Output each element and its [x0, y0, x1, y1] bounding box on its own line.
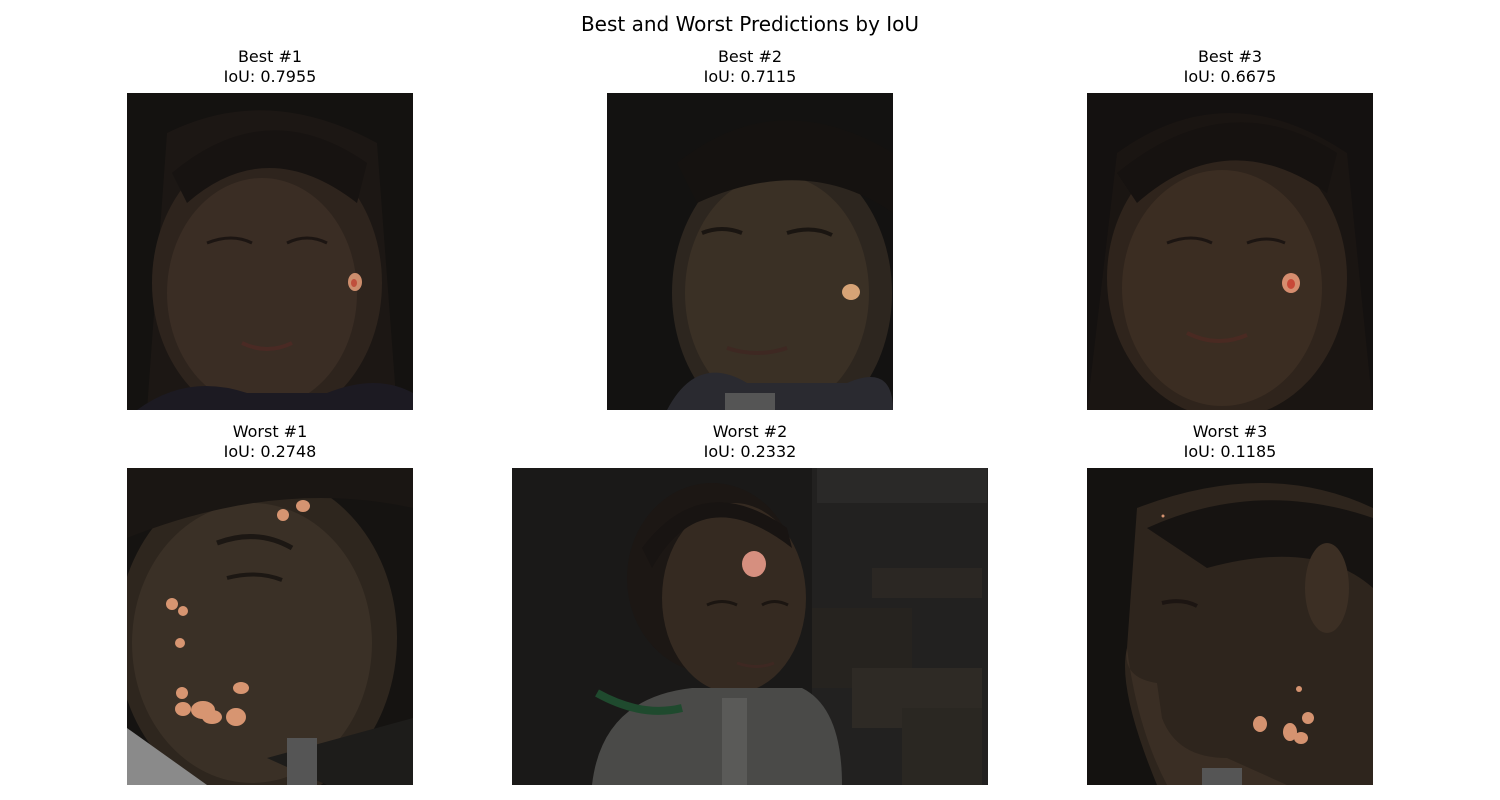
panel-title: Best #3 IoU: 0.6675 [1087, 47, 1373, 87]
panel-iou: IoU: 0.6675 [1183, 67, 1277, 86]
panel-worst-1: Worst #1 IoU: 0.2748 [127, 422, 413, 785]
panel-label: Best #2 [717, 47, 783, 66]
panel-best-3: Best #3 IoU: 0.6675 [1087, 47, 1373, 410]
panel-label: Worst #1 [232, 422, 308, 441]
face-photo [127, 93, 413, 410]
panel-title: Worst #1 IoU: 0.2748 [127, 422, 413, 462]
panel-iou: IoU: 0.7115 [703, 67, 797, 86]
face-photo [607, 93, 893, 410]
figure-title: Best and Worst Predictions by IoU [580, 12, 920, 36]
panel-best-2: Best #2 IoU: 0.7115 [607, 47, 893, 410]
panel-label: Best #1 [237, 47, 303, 66]
panel-iou: IoU: 0.2748 [223, 442, 317, 461]
panel-worst-2: Worst #2 IoU: 0.2332 [512, 422, 988, 785]
panel-title: Worst #2 IoU: 0.2332 [512, 422, 988, 462]
panel-label: Worst #2 [712, 422, 788, 441]
face-photo [512, 468, 988, 785]
face-photo [1087, 468, 1373, 785]
panel-worst-3: Worst #3 IoU: 0.1185 [1087, 422, 1373, 785]
panel-label: Best #3 [1197, 47, 1263, 66]
panel-title: Best #1 IoU: 0.7955 [127, 47, 413, 87]
panel-iou: IoU: 0.7955 [223, 67, 317, 86]
panel-best-1: Best #1 IoU: 0.7955 [127, 47, 413, 410]
panel-iou: IoU: 0.1185 [1183, 442, 1277, 461]
face-photo [127, 468, 413, 785]
panel-iou: IoU: 0.2332 [703, 442, 797, 461]
panel-title: Worst #3 IoU: 0.1185 [1087, 422, 1373, 462]
face-photo [1087, 93, 1373, 410]
panel-label: Worst #3 [1192, 422, 1268, 441]
panel-title: Best #2 IoU: 0.7115 [607, 47, 893, 87]
